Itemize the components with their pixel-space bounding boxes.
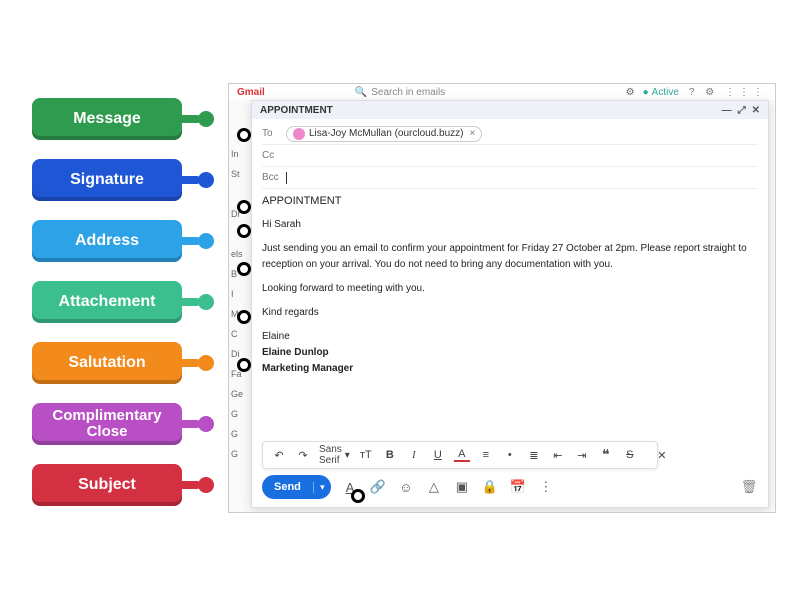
calendar-icon[interactable]: 📅: [509, 478, 527, 496]
font-size-button[interactable]: ᴛT: [358, 449, 374, 461]
label-column: Message Signature Address Attachement Sa…: [32, 98, 182, 525]
label-address[interactable]: Address: [32, 220, 182, 262]
body-text-2: Looking forward to meeting with you.: [262, 281, 758, 297]
minimize-icon[interactable]: —: [722, 105, 732, 116]
more-icon[interactable]: ⋮: [537, 478, 555, 496]
to-field[interactable]: To Lisa-Joy McMullan (ourcloud.buzz) ×: [262, 123, 758, 145]
drop-pin[interactable]: [351, 489, 365, 503]
drop-pin[interactable]: [237, 224, 251, 238]
avatar: [293, 128, 305, 140]
quote-button[interactable]: ❝: [598, 447, 614, 464]
send-dropdown[interactable]: ▾: [313, 482, 331, 493]
drop-pin[interactable]: [237, 310, 251, 324]
image-icon[interactable]: ▣: [453, 478, 471, 496]
label-message[interactable]: Message: [32, 98, 182, 140]
indent-button[interactable]: ⇥: [574, 449, 590, 462]
closing: Kind regards: [262, 305, 758, 321]
filter-icon[interactable]: ⚙: [626, 87, 635, 98]
body-text: Just sending you an email to confirm you…: [262, 241, 758, 273]
label-complimentary-close[interactable]: ComplimentaryClose: [32, 403, 182, 445]
text-color-button[interactable]: A: [454, 448, 470, 462]
font-selector[interactable]: Sans Serif▾: [319, 444, 350, 466]
email-body[interactable]: Hi Sarah Just sending you an email to co…: [252, 213, 768, 381]
send-button[interactable]: Send ▾: [262, 475, 331, 499]
emoji-icon[interactable]: ☺: [397, 478, 415, 496]
text-cursor: [286, 172, 287, 184]
sidebar-ghost: InStDrelsBIMCDiFaGeGGG: [229, 144, 253, 464]
signature-block: Elaine Elaine Dunlop Marketing Manager: [262, 329, 758, 377]
underline-button[interactable]: U: [430, 449, 446, 461]
compose-titlebar[interactable]: APPOINTMENT — ⤢ ✕: [252, 101, 768, 119]
drop-pin[interactable]: [237, 200, 251, 214]
redo-button[interactable]: ↷: [295, 449, 311, 462]
align-button[interactable]: ≡: [478, 449, 494, 461]
gmail-header: Gmail Search in emails ⚙ Active ? ⚙ ⋮⋮⋮: [229, 84, 775, 100]
clear-format-button[interactable]: ✕: [654, 449, 670, 462]
search-input[interactable]: Search in emails: [355, 87, 618, 98]
label-signature[interactable]: Signature: [32, 159, 182, 201]
link-icon[interactable]: 🔗: [369, 478, 387, 496]
label-salutation[interactable]: Salutation: [32, 342, 182, 384]
bullets-button[interactable]: •: [502, 449, 518, 461]
compose-title: APPOINTMENT: [260, 105, 333, 116]
drop-pin[interactable]: [237, 128, 251, 142]
outdent-button[interactable]: ⇤: [550, 449, 566, 462]
bold-button[interactable]: B: [382, 449, 398, 461]
greeting: Hi Sarah: [262, 217, 758, 233]
lock-icon[interactable]: 🔒: [481, 478, 499, 496]
cc-field[interactable]: Cc: [262, 145, 758, 167]
subject-line[interactable]: APPOINTMENT: [252, 189, 768, 213]
compose-window: APPOINTMENT — ⤢ ✕ To Lisa-Joy McMullan (…: [251, 100, 769, 508]
header-icons[interactable]: ? ⚙ ⋮⋮⋮: [689, 87, 767, 98]
drop-pin[interactable]: [237, 262, 251, 276]
gmail-screenshot: Gmail Search in emails ⚙ Active ? ⚙ ⋮⋮⋮ …: [228, 83, 776, 513]
expand-icon[interactable]: ⤢: [738, 105, 746, 116]
drop-pin[interactable]: [237, 358, 251, 372]
italic-button[interactable]: I: [406, 449, 422, 461]
undo-button[interactable]: ↶: [271, 449, 287, 462]
trash-icon[interactable]: 🗑: [740, 478, 758, 496]
label-attachment[interactable]: Attachement: [32, 281, 182, 323]
gmail-logo: Gmail: [237, 87, 265, 98]
status-badge: Active: [643, 87, 679, 98]
drive-icon[interactable]: △: [425, 478, 443, 496]
format-toolbar: ↶ ↷ Sans Serif▾ ᴛT B I U A ≡ • ≣ ⇤ ⇥ ❝ S…: [262, 441, 658, 469]
close-icon[interactable]: ✕: [752, 105, 760, 116]
bcc-field[interactable]: Bcc: [262, 167, 758, 189]
label-subject[interactable]: Subject: [32, 464, 182, 506]
compose-bottom-bar: Send ▾ A 🔗 ☺ △ ▣ 🔒 📅 ⋮ 🗑: [262, 473, 758, 501]
strike-button[interactable]: S: [622, 449, 638, 461]
numbered-button[interactable]: ≣: [526, 449, 542, 462]
recipient-chip[interactable]: Lisa-Joy McMullan (ourcloud.buzz) ×: [286, 126, 482, 142]
remove-icon[interactable]: ×: [470, 128, 476, 139]
